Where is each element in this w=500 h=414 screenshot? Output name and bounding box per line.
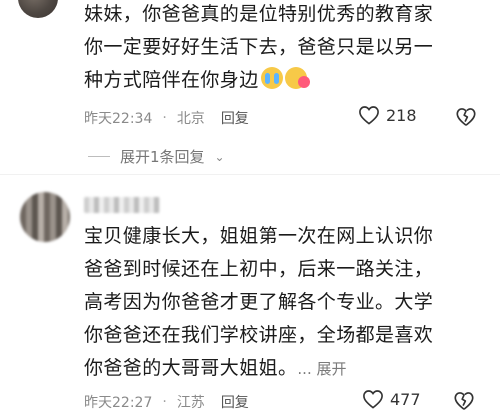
like-button[interactable]: 218 (358, 105, 417, 125)
like-count: 218 (386, 105, 417, 125)
crying-face-emoji (260, 67, 283, 89)
comment-line: 你一定要好好生活下去，爸爸只是以另一 (84, 36, 434, 58)
comment-line: 种方式陪伴在你身边 (84, 64, 484, 97)
comment-line: 宝贝健康长大，姐姐第一次在网上认识你 (84, 225, 434, 247)
avatar[interactable] (20, 192, 70, 242)
comment-line: 你爸爸的大哥哥大姐姐。... 展开 (84, 357, 347, 379)
dislike-icon[interactable] (455, 106, 477, 128)
comment-line: 你爸爸还在我们学校讲座，全场都是喜欢 (84, 324, 434, 346)
reply-button[interactable]: 回复 (221, 392, 249, 412)
username-blurred[interactable] (84, 197, 160, 213)
avatar[interactable] (18, 0, 58, 18)
reply-button[interactable]: 回复 (221, 108, 249, 128)
heart-icon (363, 390, 383, 409)
timestamp: 昨天22:27 (84, 395, 153, 411)
expand-replies-button[interactable]: 展开1条回复 ⌄ (88, 146, 225, 167)
hugging-face-emoji (284, 67, 310, 89)
expand-text-link[interactable]: ... 展开 (297, 360, 346, 378)
comment-line: 高考因为你爸爸才更了解各个专业。大学 (84, 291, 434, 313)
chevron-down-icon: ⌄ (214, 149, 225, 164)
timestamp: 昨天22:34 (84, 111, 153, 127)
heart-icon (359, 106, 379, 125)
comment-meta: 昨天22:34 · 北京 回复 (84, 108, 249, 128)
comment-line: 妹妹，你爸爸真的是位特别优秀的教育家 (84, 3, 434, 25)
like-button[interactable]: 477 (362, 389, 421, 409)
expand-divider-line (88, 156, 110, 157)
expand-replies-label: 展开1条回复 (120, 148, 205, 166)
comment-text: 妹妹，你爸爸真的是位特别优秀的教育家 你一定要好好生活下去，爸爸只是以另一 种方… (84, 0, 484, 97)
location: 北京 (176, 111, 205, 127)
like-count: 477 (390, 389, 421, 409)
location: 江苏 (176, 395, 205, 411)
divider (0, 174, 500, 175)
dislike-icon[interactable] (453, 390, 475, 412)
comment-meta: 昨天22:27 · 江苏 回复 (84, 392, 249, 412)
comment-text: 宝贝健康长大，姐姐第一次在网上认识你 爸爸到时候还在上初中，后来一路关注， 高考… (84, 220, 484, 386)
comment-line: 爸爸到时候还在上初中，后来一路关注， (84, 258, 434, 280)
